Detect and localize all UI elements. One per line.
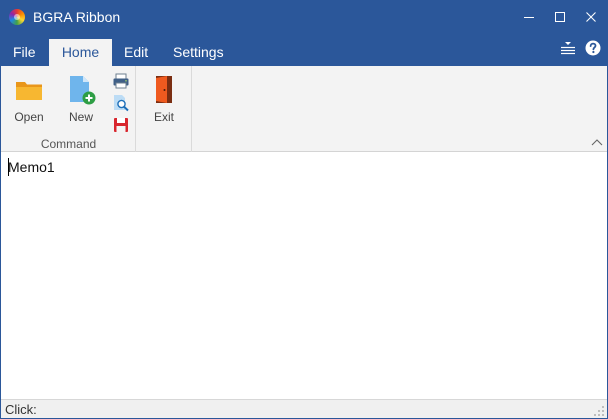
app-window: BGRA Ribbon File Home Edit Settings Open… (0, 0, 608, 419)
maximize-icon (555, 12, 565, 22)
ribbon-tabs: File Home Edit Settings (1, 33, 607, 66)
tab-file[interactable]: File (1, 39, 48, 66)
floppy-disk-icon[interactable] (112, 116, 130, 134)
exit-button[interactable]: Exit (142, 72, 186, 130)
new-button[interactable]: New (59, 72, 103, 130)
minimize-icon (524, 17, 534, 18)
tab-home[interactable]: Home (49, 39, 112, 66)
exit-group: Exit (136, 66, 192, 152)
tab-edit[interactable]: Edit (112, 39, 160, 66)
exit-door-icon (156, 76, 172, 103)
print-preview-icon[interactable] (112, 94, 130, 112)
folder-icon (16, 82, 42, 100)
close-button[interactable] (573, 1, 608, 33)
menu-lines-icon[interactable] (560, 41, 576, 55)
open-label: Open (14, 110, 44, 124)
tab-settings[interactable]: Settings (161, 39, 236, 66)
printer-icon[interactable] (112, 72, 130, 90)
app-color-wheel-icon (9, 9, 25, 25)
window-title: BGRA Ribbon (33, 9, 121, 25)
status-text: Click: (5, 402, 37, 417)
title-bar[interactable]: BGRA Ribbon (1, 1, 607, 33)
new-label: New (68, 110, 93, 124)
new-document-icon (70, 76, 96, 105)
memo-textarea[interactable]: Memo1 (2, 153, 606, 398)
command-group-caption: Command (40, 137, 97, 151)
command-group: Open New Command (1, 66, 136, 152)
resize-grip-icon[interactable] (593, 405, 605, 417)
chevron-up-icon[interactable] (590, 137, 604, 147)
help-icon[interactable] (585, 40, 601, 56)
status-bar: Click: (1, 399, 607, 418)
exit-label: Exit (153, 110, 174, 124)
open-button[interactable]: Open (7, 72, 51, 130)
memo-text: Memo1 (8, 159, 55, 175)
ribbon-panel: Open New Command Exit (1, 66, 607, 152)
close-icon (586, 12, 596, 22)
